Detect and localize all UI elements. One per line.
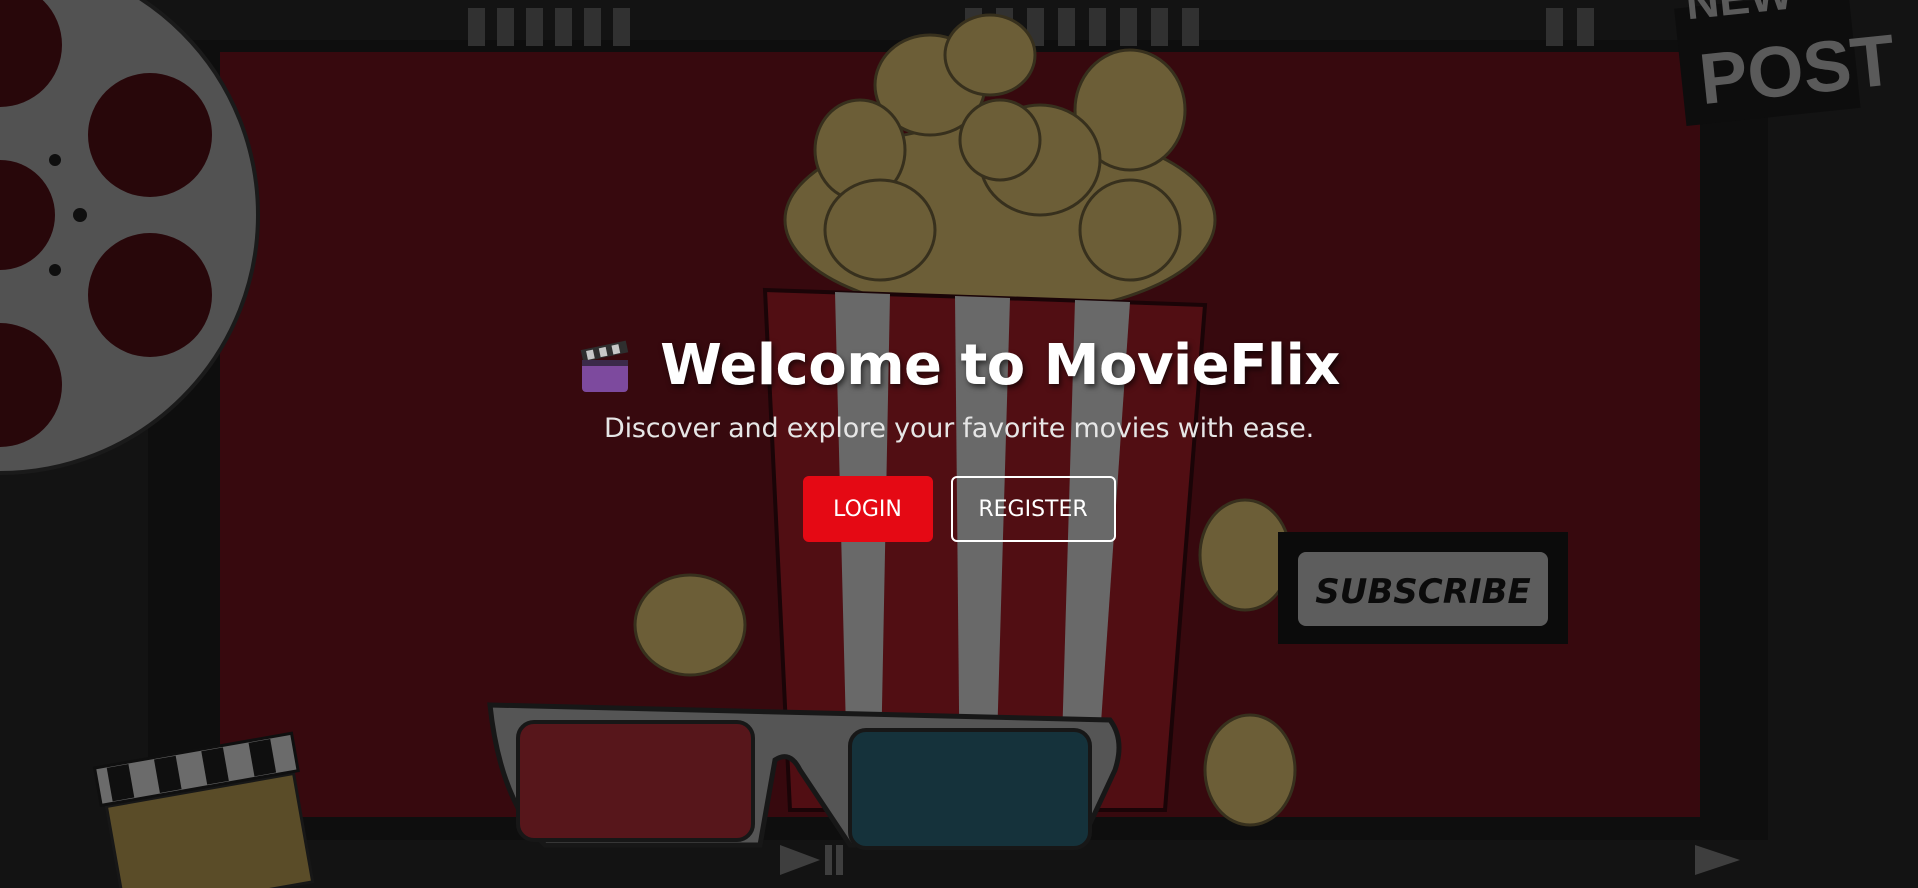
page-title-text: Welcome to MovieFlix: [660, 333, 1340, 398]
hero-section: Welcome to MovieFlix Discover and explor…: [0, 330, 1918, 542]
auth-actions: LOGIN REGISTER: [802, 476, 1116, 542]
page-title: Welcome to MovieFlix: [578, 330, 1340, 402]
subscribe-text: SUBSCRIBE: [1315, 572, 1530, 612]
register-button[interactable]: REGISTER: [950, 476, 1116, 542]
landing-page: NEW POST: [0, 0, 1918, 888]
login-button[interactable]: LOGIN: [802, 476, 933, 542]
subscribe-sticker: SUBSCRIBE: [1278, 532, 1568, 644]
page-subtitle: Discover and explore your favorite movie…: [603, 413, 1315, 444]
clapper-emoji-icon: [580, 340, 629, 392]
